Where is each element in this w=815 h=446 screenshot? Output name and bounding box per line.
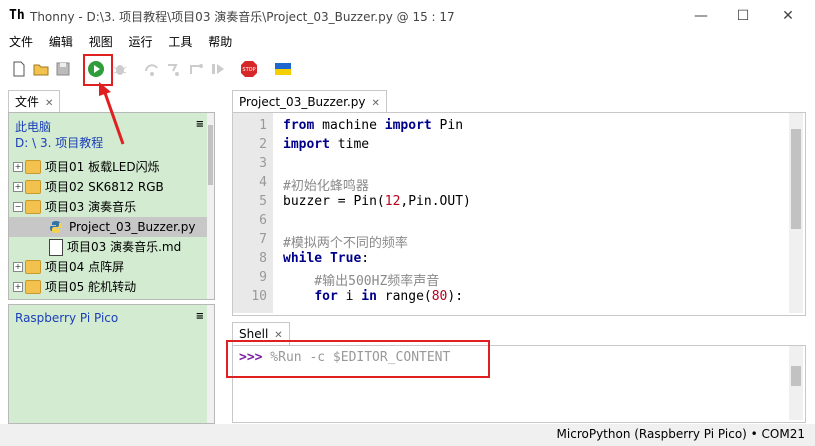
editor-tab-bar: Project_03_Buzzer.py ✕: [228, 88, 808, 113]
close-button[interactable]: ✕: [768, 4, 808, 28]
tree-item-project05[interactable]: + 项目05 舵机转动: [9, 277, 207, 297]
expand-icon[interactable]: +: [13, 282, 23, 292]
menu-edit[interactable]: 编辑: [49, 32, 73, 52]
open-file-icon[interactable]: [32, 60, 50, 78]
code-line-8: while True:: [283, 251, 370, 266]
line-number: 6: [259, 213, 267, 228]
tree-item-label: 项目03 演奏音乐.md: [67, 240, 182, 254]
tree-item-project04[interactable]: + 项目04 点阵屏: [9, 257, 207, 277]
ukraine-flag-icon[interactable]: [274, 60, 292, 78]
folder-icon: [25, 160, 41, 174]
collapse-icon[interactable]: −: [13, 202, 23, 212]
folder-icon: [25, 180, 41, 194]
window-title: Thonny - D:\3. 项目教程\项目03 演奏音乐\Project_03…: [30, 10, 455, 24]
code-line-7: #模拟两个不同的频率: [283, 236, 408, 251]
scroll-thumb[interactable]: [208, 125, 213, 185]
interpreter-status[interactable]: MicroPython (Raspberry Pi Pico) • COM21: [557, 427, 805, 441]
scroll-thumb[interactable]: [791, 129, 801, 229]
code-line-9: #输出500HZ频率声音: [283, 274, 440, 289]
expand-icon[interactable]: +: [13, 162, 23, 172]
folder-icon: [25, 200, 41, 214]
svg-text:STOP: STOP: [242, 67, 255, 73]
tree-item-readme-md[interactable]: 项目03 演奏音乐.md: [9, 237, 207, 257]
device-files-pane: Raspberry Pi Pico ≡: [8, 304, 215, 424]
stop-icon[interactable]: STOP: [240, 60, 258, 78]
menu-file[interactable]: 文件: [9, 32, 33, 52]
step-into-icon[interactable]: [165, 60, 183, 78]
tree-item-project03[interactable]: − 项目03 演奏音乐: [9, 197, 207, 217]
editor-tab-label: Project_03_Buzzer.py: [239, 95, 366, 109]
resume-icon[interactable]: [209, 60, 227, 78]
thonny-logo-icon: Th: [9, 8, 25, 23]
python-file-icon: [50, 221, 62, 233]
line-number: 3: [259, 156, 267, 171]
tree-item-label: 项目02 SK6812 RGB: [45, 180, 164, 194]
close-tab-icon[interactable]: ✕: [372, 98, 380, 109]
scroll-thumb[interactable]: [791, 366, 801, 386]
line-number: 9: [259, 270, 267, 285]
line-number: 7: [259, 232, 267, 247]
tab-project03-buzzer[interactable]: Project_03_Buzzer.py ✕: [232, 90, 387, 113]
tab-files-label: 文件: [15, 95, 40, 109]
step-over-icon[interactable]: [143, 60, 161, 78]
tree-item-label: 项目04 点阵屏: [45, 260, 125, 274]
line-number: 1: [259, 118, 267, 133]
code-line-10: for i in range(80):: [314, 289, 464, 304]
tree-item-buzzer-py[interactable]: Project_03_Buzzer.py: [9, 217, 207, 237]
expand-icon[interactable]: +: [13, 262, 23, 272]
line-number: 5: [259, 194, 267, 209]
line-number: 8: [259, 251, 267, 266]
panel-menu-icon[interactable]: ≡: [196, 311, 204, 322]
line-number: 2: [259, 137, 267, 152]
files-scrollbar[interactable]: [207, 113, 214, 299]
panel-menu-icon[interactable]: ≡: [196, 119, 204, 130]
title-bar: Th Thonny - D:\3. 项目教程\项目03 演奏音乐\Project…: [0, 0, 815, 32]
step-out-icon[interactable]: [187, 60, 205, 78]
code-line-5: buzzer = Pin(12,Pin.OUT): [283, 194, 471, 209]
code-line-4: #初始化蜂鸣器: [283, 179, 369, 194]
annotation-arrow: [99, 82, 125, 145]
tab-files[interactable]: 文件 ✕: [8, 90, 61, 113]
folder-icon: [25, 260, 41, 274]
tree-item-label: 项目01 板载LED闪烁: [45, 160, 160, 174]
menu-bar: 文件 编辑 视图 运行 工具 帮助: [0, 32, 815, 52]
tree-item-project01[interactable]: + 项目01 板载LED闪烁: [9, 157, 207, 177]
shell-scrollbar[interactable]: [789, 346, 803, 420]
folder-icon: [25, 280, 41, 294]
code-editor[interactable]: 1 2 3 4 5 6 7 8 9 10 from machine import…: [232, 112, 806, 316]
line-number-gutter: 1 2 3 4 5 6 7 8 9 10: [233, 113, 273, 313]
tree-item-label: 项目05 舵机转动: [45, 280, 137, 294]
line-number: 10: [251, 289, 267, 304]
menu-run[interactable]: 运行: [129, 32, 153, 52]
file-tree: + 项目01 板载LED闪烁 + 项目02 SK6812 RGB − 项目03 演奏音…: [9, 157, 207, 297]
minimize-button[interactable]: —: [681, 4, 721, 28]
code-line-2: import time: [283, 137, 370, 152]
debug-icon[interactable]: [111, 60, 129, 78]
shell-tab-label: Shell: [239, 327, 269, 341]
line-number: 4: [259, 175, 267, 190]
device-scrollbar[interactable]: [207, 305, 214, 423]
editor-scrollbar[interactable]: [789, 113, 803, 313]
shell-command-highlight: [226, 340, 490, 378]
files-location: 此电脑 D: \ 3. 项目教程: [15, 119, 103, 151]
this-pc-label[interactable]: 此电脑: [15, 119, 103, 135]
code-line-1: from machine import Pin: [283, 118, 464, 133]
menu-tools[interactable]: 工具: [168, 32, 192, 52]
tree-item-label: Project_03_Buzzer.py: [69, 220, 196, 234]
save-icon[interactable]: [54, 60, 72, 78]
tree-item-label: 项目03 演奏音乐: [45, 200, 137, 214]
status-bar: MicroPython (Raspberry Pi Pico) • COM21: [0, 424, 815, 446]
path-label[interactable]: D: \ 3. 项目教程: [15, 135, 103, 151]
device-label[interactable]: Raspberry Pi Pico: [15, 311, 118, 325]
expand-icon[interactable]: +: [13, 182, 23, 192]
close-tab-icon[interactable]: ✕: [45, 98, 53, 109]
menu-help[interactable]: 帮助: [208, 32, 232, 52]
new-file-icon[interactable]: [10, 60, 28, 78]
tree-item-project02[interactable]: + 项目02 SK6812 RGB: [9, 177, 207, 197]
menu-view[interactable]: 视图: [89, 32, 113, 52]
maximize-button[interactable]: ☐: [723, 4, 763, 28]
document-icon: [49, 239, 63, 256]
